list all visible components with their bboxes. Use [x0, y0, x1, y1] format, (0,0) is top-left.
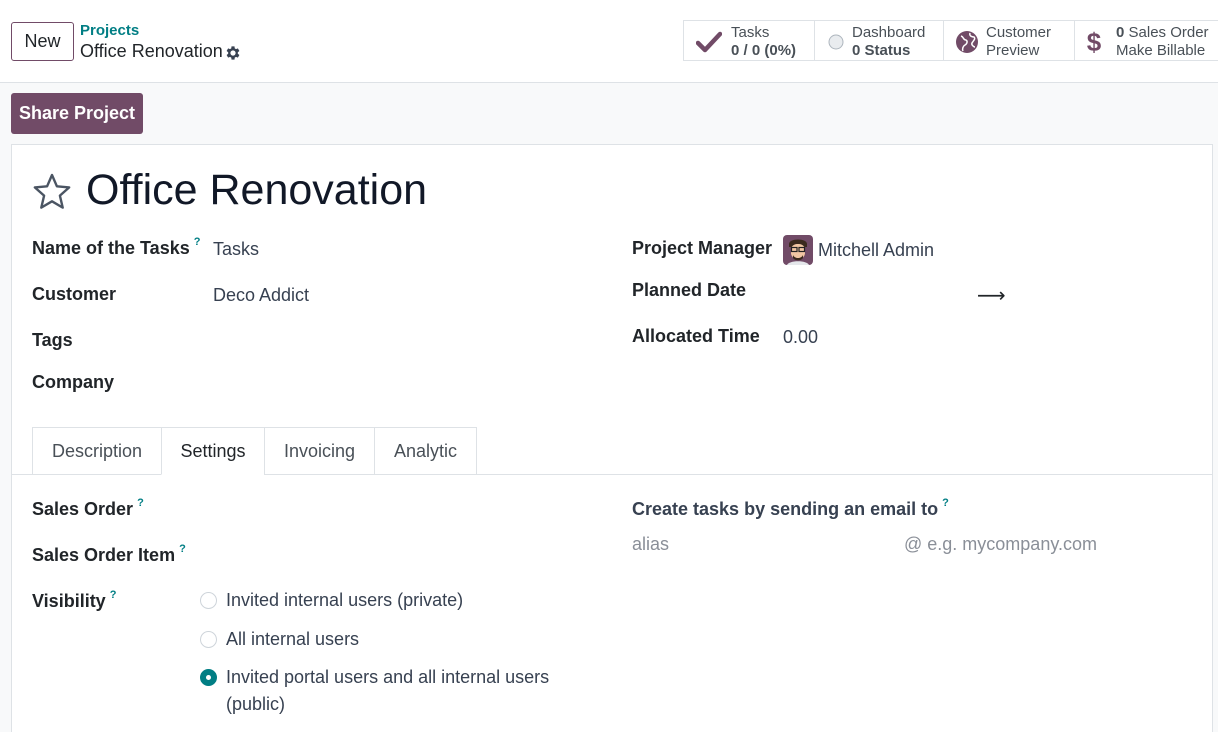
help-tooltip[interactable]: ? — [194, 236, 201, 248]
dashboard-status-label: Status — [864, 42, 911, 59]
visibility-label: Visibility? — [32, 589, 117, 611]
help-tooltip[interactable]: ? — [110, 589, 117, 601]
email-alias-label: Create tasks by sending an email to? — [632, 497, 949, 519]
globe-icon — [954, 29, 980, 55]
alias-input[interactable]: alias — [632, 534, 892, 555]
customer-preview-line2: Preview — [986, 42, 1040, 59]
sales-order-stat-button[interactable]: $ 0 Sales Order Make Billable — [1074, 20, 1218, 61]
gear-icon[interactable] — [224, 44, 242, 62]
make-billable-label: Make Billable — [1116, 42, 1206, 59]
sales-order-field[interactable] — [200, 497, 590, 523]
dashboard-stat-button[interactable]: Dashboard 0 Status — [814, 20, 944, 61]
visibility-option-label[interactable]: All internal users — [226, 626, 359, 653]
customer-preview-line1: Customer — [986, 24, 1052, 41]
project-title[interactable]: Office Renovation — [86, 166, 427, 215]
breadcrumb-current: Office Renovation — [80, 41, 223, 61]
visibility-radio-public[interactable] — [200, 669, 217, 686]
tasks-name-label: Name of the Tasks? — [32, 236, 201, 258]
sales-order-count: 0 — [1116, 24, 1125, 41]
share-project-button[interactable]: Share Project — [11, 93, 143, 134]
allocated-time-label: Allocated Time — [632, 326, 760, 346]
sales-order-label: Sales Order — [1128, 24, 1209, 41]
tasks-stat-button[interactable]: Tasks 0 / 0 (0%) — [683, 20, 815, 61]
company-field[interactable] — [213, 370, 593, 396]
company-label: Company — [32, 372, 115, 392]
help-tooltip[interactable]: ? — [137, 497, 144, 509]
star-icon[interactable] — [32, 172, 72, 212]
sales-order-item-label: Sales Order Item? — [32, 543, 186, 565]
tab-settings[interactable]: Settings — [161, 427, 265, 475]
tab-invoicing[interactable]: Invoicing — [264, 427, 375, 475]
allocated-time-field[interactable]: 0.00 — [783, 327, 818, 348]
arrow-right-icon: ⟶ — [977, 285, 1006, 307]
dollar-icon: $ — [1086, 27, 1102, 57]
planned-date-start-field[interactable] — [783, 278, 963, 304]
sales-order-item-field[interactable] — [200, 543, 590, 569]
planned-date-label: Planned Date — [632, 280, 747, 300]
visibility-radio-internal[interactable] — [200, 631, 217, 648]
project-manager-field[interactable]: Mitchell Admin — [818, 240, 934, 261]
visibility-radio-private[interactable] — [200, 592, 217, 609]
tab-analytic[interactable]: Analytic — [374, 427, 477, 475]
breadcrumb-projects-link[interactable]: Projects — [80, 22, 139, 39]
tasks-name-field[interactable]: Tasks — [213, 239, 259, 260]
sales-order-label: Sales Order? — [32, 497, 144, 519]
visibility-option-label[interactable]: Invited internal users (private) — [226, 587, 463, 614]
customer-label: Customer — [32, 284, 117, 304]
help-tooltip[interactable]: ? — [179, 543, 186, 555]
visibility-option-label[interactable]: Invited portal users and all internal us… — [226, 664, 556, 718]
dashboard-status-count: 0 — [852, 42, 861, 59]
tasks-stat-value: 0 / 0 (0%) — [731, 42, 797, 59]
alias-domain-input[interactable]: @ e.g. mycompany.com — [904, 534, 1097, 555]
tags-label: Tags — [32, 330, 73, 350]
project-manager-label: Project Manager — [632, 238, 773, 258]
help-tooltip[interactable]: ? — [942, 497, 949, 509]
customer-field[interactable]: Deco Addict — [213, 285, 309, 306]
tasks-stat-label: Tasks — [731, 24, 770, 41]
tags-field[interactable] — [213, 328, 593, 354]
circle-status-icon — [823, 29, 849, 55]
control-panel: New Projects Office Renovation Tasks 0 /… — [0, 0, 1218, 83]
check-icon — [696, 29, 722, 55]
dashboard-stat-label: Dashboard — [852, 24, 926, 41]
customer-preview-stat-button[interactable]: Customer Preview — [943, 20, 1075, 61]
avatar — [783, 235, 813, 265]
planned-date-end-field[interactable] — [1008, 278, 1188, 304]
new-button[interactable]: New — [11, 22, 74, 61]
tab-description[interactable]: Description — [32, 427, 162, 475]
